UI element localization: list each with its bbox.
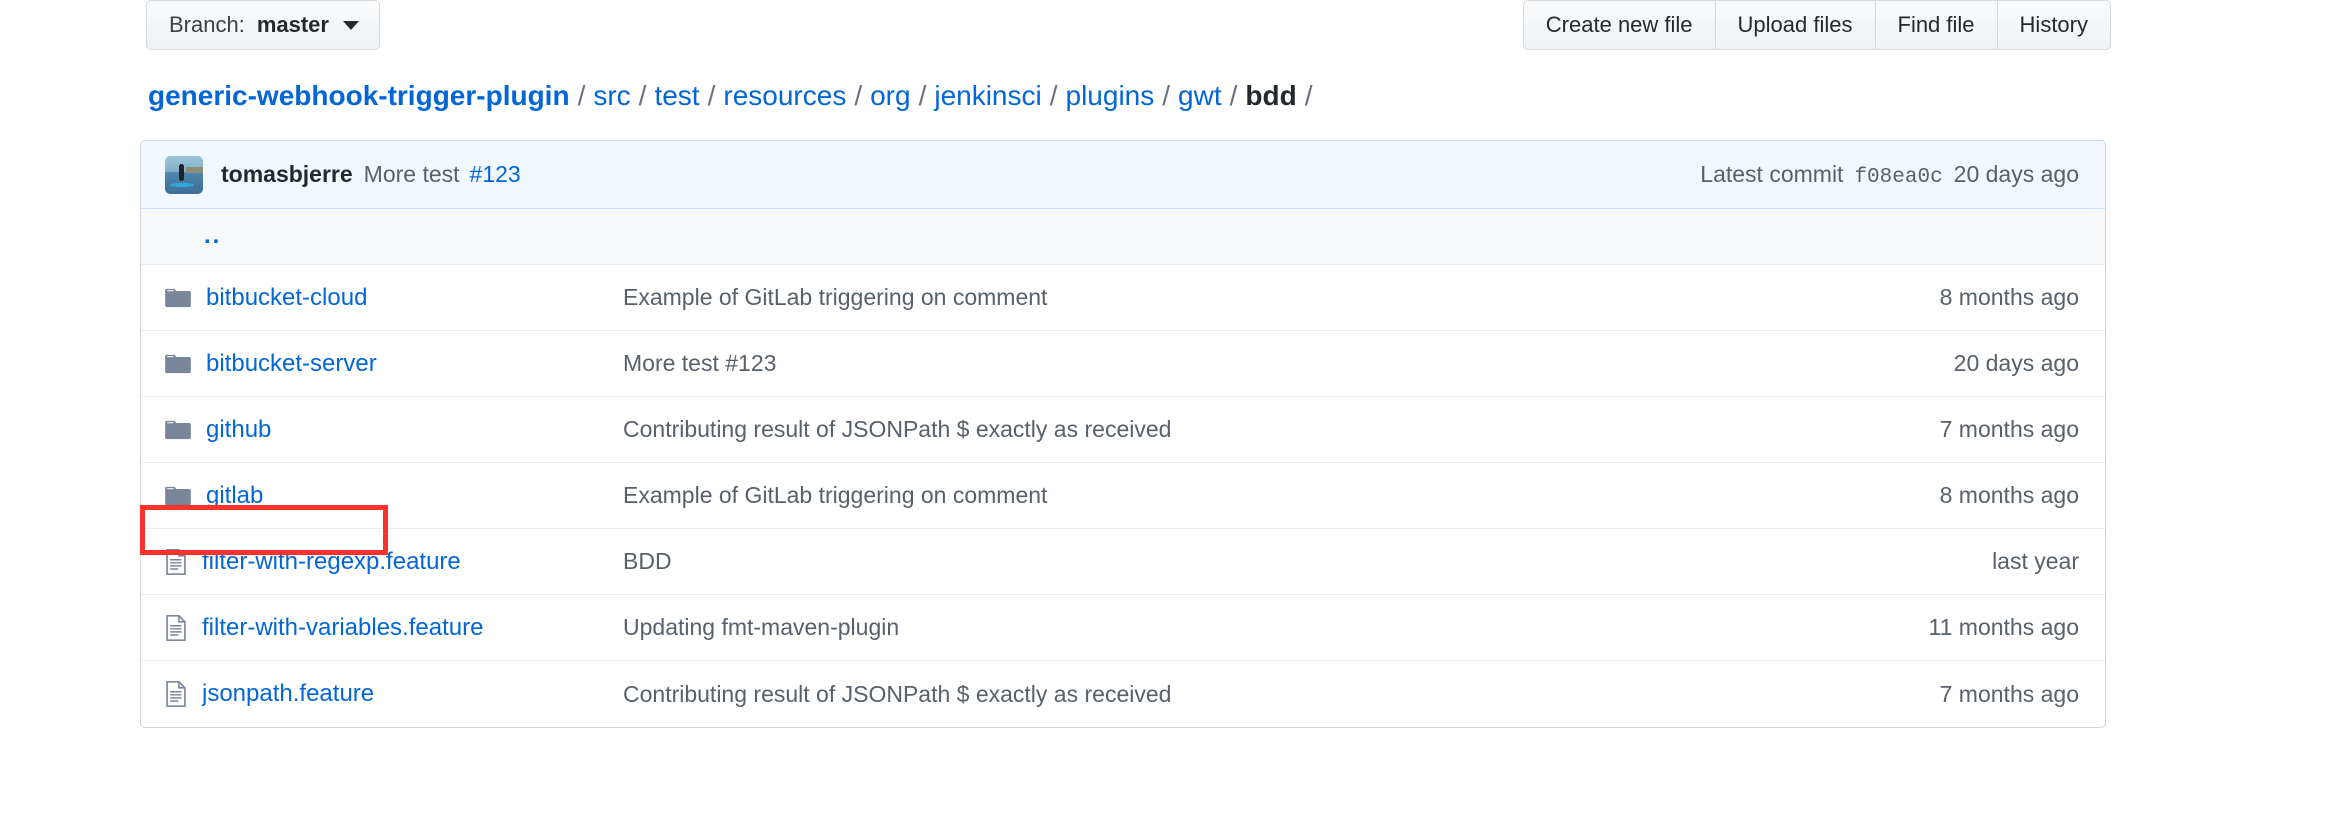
folder-link-github[interactable]: github bbox=[206, 416, 271, 444]
table-row[interactable]: github Contributing result of JSONPath $… bbox=[141, 397, 2105, 463]
breadcrumb-item-bdd-current: bdd bbox=[1245, 80, 1297, 111]
breadcrumb-item-jenkinsci[interactable]: jenkinsci bbox=[934, 80, 1041, 111]
user-avatar[interactable] bbox=[165, 155, 203, 194]
age-cell: 11 months ago bbox=[1928, 614, 2079, 640]
commit-message-cell: Contributing result of JSONPath $ exactl… bbox=[623, 680, 1172, 707]
file-link-filter-with-regexp-feature[interactable]: filter-with-regexp.feature bbox=[202, 548, 461, 576]
commit-sha-link[interactable]: f08ea0c bbox=[1854, 166, 1942, 189]
breadcrumb-separator: / bbox=[1229, 80, 1238, 111]
age-cell: 20 days ago bbox=[1953, 350, 2079, 376]
breadcrumb-separator: / bbox=[918, 80, 927, 111]
table-row-gitlab-highlighted[interactable]: gitlab Example of GitLab triggering on c… bbox=[141, 463, 2105, 529]
commit-message-cell: Example of GitLab triggering on comment bbox=[623, 482, 1048, 508]
commit-issue-link[interactable]: #123 bbox=[470, 161, 521, 188]
commit-message: More test bbox=[363, 161, 460, 187]
folder-icon bbox=[165, 420, 191, 439]
branch-selector-label: Branch: bbox=[169, 12, 245, 37]
breadcrumb-item-plugins[interactable]: plugins bbox=[1066, 80, 1155, 111]
table-row[interactable]: filter-with-variables.feature Updating f… bbox=[141, 595, 2105, 661]
folder-link-bitbucket-cloud[interactable]: bitbucket-cloud bbox=[206, 284, 367, 312]
file-link-filter-with-variables-feature[interactable]: filter-with-variables.feature bbox=[202, 614, 483, 642]
breadcrumb-separator: / bbox=[577, 80, 586, 111]
breadcrumb-item-src[interactable]: src bbox=[593, 80, 630, 111]
commit-age: 20 days ago bbox=[1953, 160, 2079, 187]
branch-selector-button[interactable]: Branch: master bbox=[146, 0, 380, 50]
age-cell: 8 months ago bbox=[1939, 482, 2079, 508]
file-name-cell: github bbox=[165, 416, 623, 444]
breadcrumb-item-gwt[interactable]: gwt bbox=[1178, 80, 1222, 111]
folder-icon bbox=[165, 486, 191, 505]
repo-toolbar: Branch: master Create new file Upload fi… bbox=[0, 0, 2337, 54]
breadcrumb-repo-link[interactable]: generic-webhook-trigger-plugin bbox=[148, 80, 570, 111]
file-name-cell: filter-with-regexp.feature bbox=[165, 548, 623, 576]
latest-commit-bar: tomasbjerre More test #123 Latest commit… bbox=[141, 141, 2105, 209]
breadcrumb-separator: / bbox=[854, 80, 863, 111]
folder-icon bbox=[165, 288, 191, 307]
commit-message-cell: More test #123 bbox=[623, 350, 777, 376]
breadcrumb-separator: / bbox=[1049, 80, 1058, 111]
breadcrumb-separator: / bbox=[1162, 80, 1171, 111]
commit-message-cell: Updating fmt-maven-plugin bbox=[623, 614, 900, 640]
history-button[interactable]: History bbox=[1997, 0, 2111, 50]
branch-selector-value: master bbox=[256, 12, 329, 37]
create-new-file-button[interactable]: Create new file bbox=[1522, 0, 1716, 50]
file-icon bbox=[166, 548, 186, 575]
file-icon bbox=[166, 681, 186, 707]
breadcrumb-separator: / bbox=[638, 80, 647, 111]
table-row[interactable]: bitbucket-server More test #123 20 days … bbox=[141, 331, 2105, 397]
age-cell: 8 months ago bbox=[1939, 284, 2079, 310]
latest-commit-info: Latest commit f08ea0c 20 days ago bbox=[1700, 161, 2079, 189]
commit-message-cell: Example of GitLab triggering on comment bbox=[623, 284, 1048, 310]
parent-directory-row[interactable]: .. bbox=[141, 209, 2105, 265]
file-name-cell: filter-with-variables.feature bbox=[165, 614, 623, 642]
file-name-cell: gitlab bbox=[165, 482, 623, 510]
find-file-button[interactable]: Find file bbox=[1875, 0, 1998, 50]
parent-directory-link[interactable]: .. bbox=[204, 223, 221, 248]
upload-files-button[interactable]: Upload files bbox=[1715, 0, 1876, 50]
breadcrumb-separator: / bbox=[1304, 80, 1313, 111]
folder-icon bbox=[165, 354, 191, 373]
age-cell: 7 months ago bbox=[1939, 680, 2079, 707]
breadcrumb: generic-webhook-trigger-plugin / src / test /… bbox=[148, 82, 1320, 110]
table-row[interactable]: bitbucket-cloud Example of GitLab trigge… bbox=[141, 265, 2105, 331]
commit-message-cell: Contributing result of JSONPath $ exactl… bbox=[623, 416, 1172, 442]
latest-commit-label: Latest commit bbox=[1700, 160, 1844, 187]
age-cell: last year bbox=[1992, 548, 2079, 574]
breadcrumb-item-test[interactable]: test bbox=[654, 80, 699, 111]
file-icon bbox=[166, 614, 186, 641]
file-browser-table: tomasbjerre More test #123 Latest commit… bbox=[140, 140, 2106, 728]
file-name-cell: jsonpath.feature bbox=[165, 680, 623, 708]
file-name-cell: bitbucket-cloud bbox=[165, 284, 623, 312]
chevron-down-icon bbox=[342, 20, 359, 30]
breadcrumb-item-resources[interactable]: resources bbox=[723, 80, 846, 111]
folder-link-gitlab[interactable]: gitlab bbox=[206, 482, 263, 510]
breadcrumb-item-org[interactable]: org bbox=[870, 80, 910, 111]
file-link-jsonpath-feature[interactable]: jsonpath.feature bbox=[202, 680, 374, 708]
commit-message-cell: BDD bbox=[623, 548, 672, 574]
table-row[interactable]: jsonpath.feature Contributing result of … bbox=[141, 661, 2105, 727]
age-cell: 7 months ago bbox=[1939, 416, 2079, 442]
table-row[interactable]: filter-with-regexp.feature BDD last year bbox=[141, 529, 2105, 595]
repo-action-button-group: Create new file Upload files Find file H… bbox=[1522, 0, 2111, 50]
folder-link-bitbucket-server[interactable]: bitbucket-server bbox=[206, 350, 377, 378]
breadcrumb-separator: / bbox=[707, 80, 716, 111]
file-name-cell: bitbucket-server bbox=[165, 350, 623, 378]
commit-author-link[interactable]: tomasbjerre bbox=[221, 161, 353, 188]
